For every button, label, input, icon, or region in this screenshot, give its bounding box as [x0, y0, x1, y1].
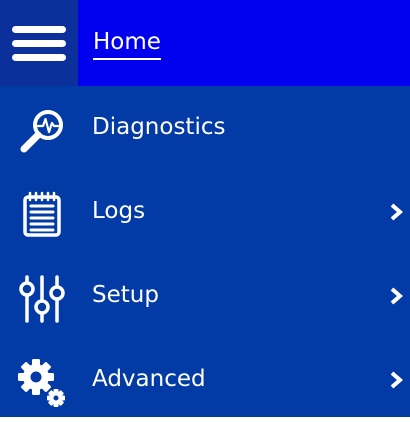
sliders-icon	[19, 275, 65, 323]
menu-item-label: Logs	[92, 198, 146, 224]
gears-icon	[18, 359, 65, 407]
notepad-icon	[23, 191, 61, 237]
menu-item-advanced[interactable]: Advanced	[0, 338, 410, 422]
menu-item-logs[interactable]: Logs	[0, 170, 410, 254]
home-link[interactable]: Home	[93, 27, 161, 60]
menu-item-setup[interactable]: Setup	[0, 254, 410, 338]
menu-item-label: Diagnostics	[92, 114, 226, 140]
menu-item-label: Setup	[92, 282, 159, 308]
hamburger-menu-icon	[12, 26, 66, 61]
navigation-menu: Home Diagnostics Logs Setup Advanced	[0, 0, 410, 417]
nav-header: Home	[0, 0, 410, 86]
menu-item-label: Advanced	[92, 366, 206, 392]
chevron-right-icon	[390, 371, 403, 389]
menu-item-diagnostics[interactable]: Diagnostics	[0, 86, 410, 170]
hamburger-menu-button[interactable]	[0, 0, 78, 86]
chevron-right-icon	[390, 287, 403, 305]
magnifier-pulse-icon	[20, 110, 63, 153]
chevron-right-icon	[390, 203, 403, 221]
